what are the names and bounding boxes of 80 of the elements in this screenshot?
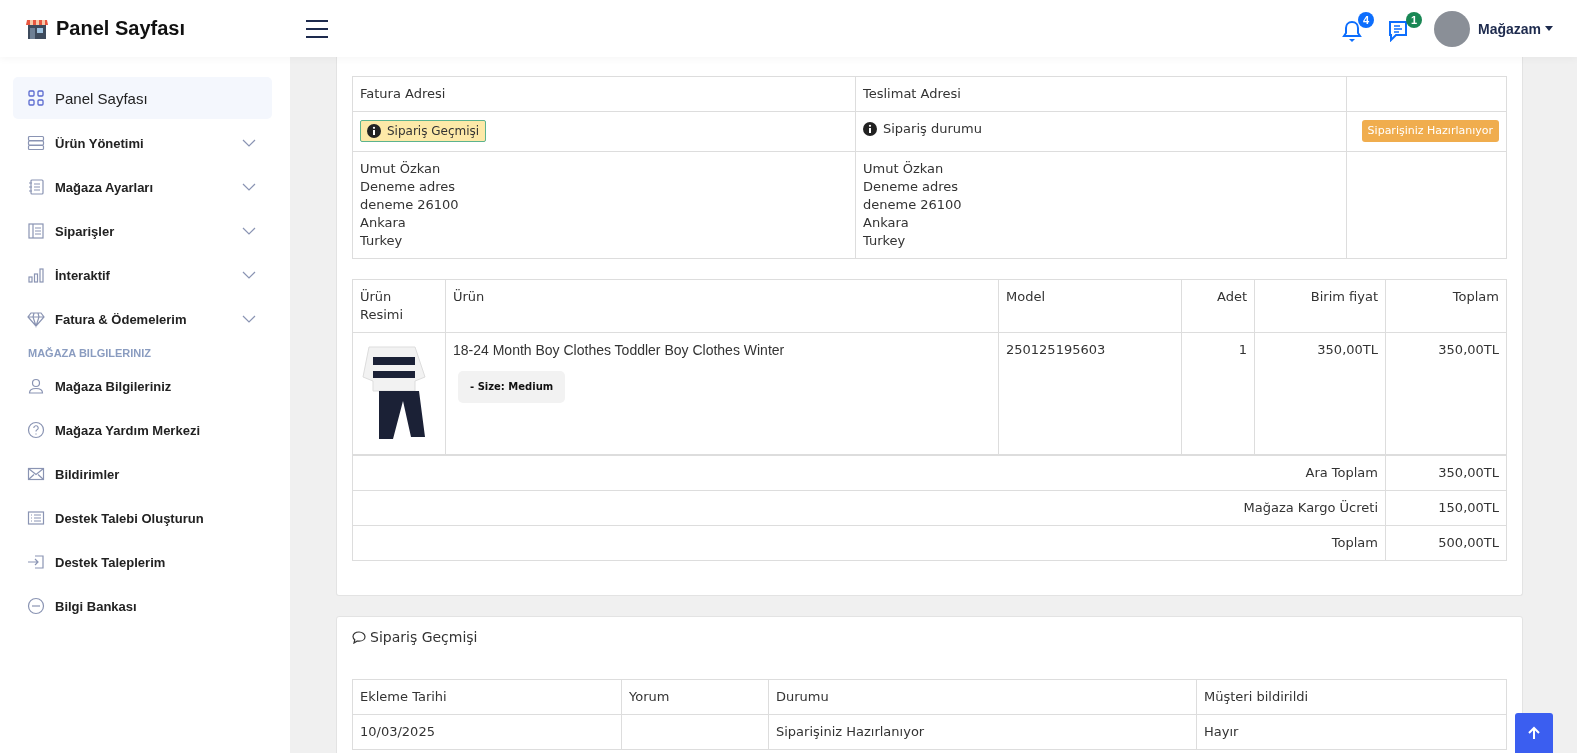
status-badge: Siparişiniz Hazırlanıyor	[1361, 120, 1499, 142]
user-icon	[27, 377, 45, 395]
sidebar-item[interactable]: Destek Talebi Oluşturun	[13, 496, 272, 540]
info-icon	[367, 124, 381, 138]
chat-icon	[1387, 19, 1410, 42]
column-header: Müşteri bildirildi	[1196, 679, 1507, 715]
total-label: Mağaza Kargo Ücreti	[352, 490, 1386, 526]
sidebar-item[interactable]: Panel Sayfası	[13, 77, 272, 119]
store-icon	[26, 18, 48, 39]
sidebar-item[interactable]: Fatura & Ödemelerim	[13, 297, 272, 341]
history-badge[interactable]: Sipariş Geçmişi	[360, 120, 487, 142]
total-value: 150,00TL	[1385, 490, 1507, 526]
notifications-button[interactable]: 4	[1339, 11, 1374, 46]
bar-chart-icon	[27, 266, 45, 284]
menu-icon	[306, 19, 328, 38]
product-name[interactable]: 18-24 Month Boy Clothes Toddler Boy Clothes Winter	[453, 341, 991, 359]
address-line: deneme 26100	[360, 196, 460, 214]
address-line: Deneme adres	[863, 178, 960, 196]
diamond-icon	[27, 310, 45, 328]
address-line: Umut Özkan	[863, 160, 945, 178]
arrow-up-icon	[1527, 726, 1541, 740]
minus-circle-icon	[27, 597, 45, 615]
address-line: deneme 26100	[863, 196, 963, 214]
sign-in-icon	[27, 553, 45, 571]
sidebar-item[interactable]: Siparişler	[13, 209, 272, 253]
column-header: Toplam	[1385, 279, 1507, 333]
grid-icon	[27, 89, 45, 107]
column-header: Durumu	[768, 679, 1197, 715]
card-title: Sipariş Geçmişi	[370, 629, 478, 645]
notebook-icon	[27, 178, 45, 196]
sidebar-item[interactable]: Bilgi Bankası	[13, 584, 272, 628]
address-line: Ankara	[360, 214, 407, 232]
sidebar-item[interactable]: İnteraktif	[13, 253, 272, 297]
notification-count: 4	[1357, 11, 1374, 28]
column-header: Ekleme Tarihi	[352, 679, 622, 715]
layers-icon	[27, 134, 45, 152]
brand-title[interactable]: Panel Sayfası	[56, 17, 185, 40]
user-menu[interactable]: Mağazam	[1477, 20, 1553, 37]
table-cell: Siparişiniz Hazırlanıyor	[768, 714, 1197, 750]
list-icon	[27, 509, 45, 527]
section-heading: MAĞAZA BILGILERINIZ	[27, 346, 153, 361]
sidebar-item[interactable]: Destek Taleplerim	[13, 540, 272, 584]
message-count: 1	[1405, 11, 1422, 28]
column-header: Ürün Resimi	[352, 279, 446, 333]
caret-icon	[1545, 26, 1553, 31]
total-value: 350,00TL	[1385, 455, 1507, 491]
table-cell: Hayır	[1196, 714, 1507, 750]
address-line: Deneme adres	[360, 178, 457, 196]
column-header: Teslimat Adresi	[855, 76, 1347, 112]
column-header: Adet	[1181, 279, 1255, 333]
column-header: Birim fiyat	[1254, 279, 1386, 333]
column-header: Ürün	[445, 279, 999, 333]
document-icon	[27, 222, 45, 240]
messages-button[interactable]: 1	[1385, 11, 1422, 46]
info-icon	[863, 122, 877, 136]
address-line: Turkey	[863, 232, 907, 250]
product-option: - Size: Medium	[458, 371, 566, 403]
total-label: Ara Toplam	[352, 455, 1386, 491]
help-icon	[27, 421, 45, 439]
sidebar-item[interactable]: Mağaza Bilgileriniz	[13, 364, 272, 408]
menu-button[interactable]	[306, 19, 328, 38]
sidebar-item[interactable]: Ürün Yönetimi	[13, 121, 272, 165]
address-line: Turkey	[360, 232, 404, 250]
scroll-to-top-button[interactable]	[1515, 713, 1553, 753]
status-label: Sipariş durumu	[883, 120, 982, 138]
bell-icon	[1341, 19, 1362, 42]
column-header: Fatura Adresi	[352, 76, 856, 112]
envelope-icon	[27, 465, 45, 483]
total-value: 500,00TL	[1385, 525, 1507, 561]
address-line: Ankara	[863, 214, 910, 232]
speech-bubble-icon	[352, 630, 366, 644]
address-line: Umut Özkan	[360, 160, 442, 178]
column-header: Yorum	[621, 679, 769, 715]
column-header: Model	[998, 279, 1182, 333]
avatar[interactable]	[1433, 10, 1470, 47]
sidebar-item[interactable]: Mağaza Ayarları	[13, 165, 272, 209]
sidebar-item[interactable]: Mağaza Yardım Merkezi	[13, 408, 272, 452]
total-label: Toplam	[352, 525, 1386, 561]
sidebar-item[interactable]: Bildirimler	[13, 452, 272, 496]
table-cell: 10/03/2025	[352, 714, 622, 750]
